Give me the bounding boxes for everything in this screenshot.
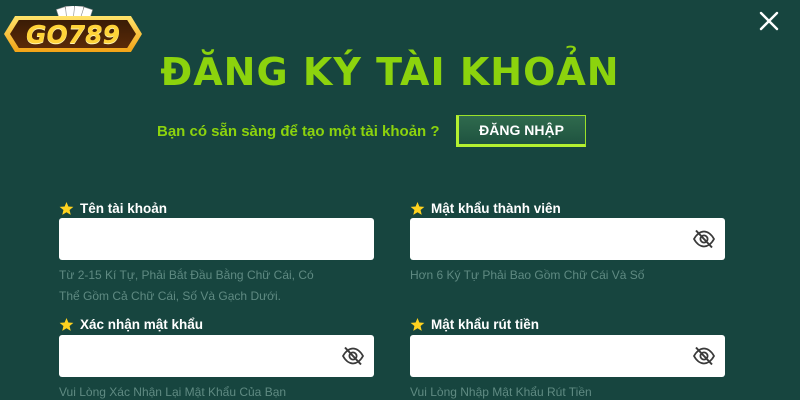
withdraw-password-input[interactable] — [410, 335, 725, 377]
eye-slash-icon[interactable] — [341, 346, 365, 366]
eye-slash-icon[interactable] — [692, 229, 716, 249]
star-icon — [410, 201, 425, 215]
username-hint-line-2: Thể Gồm Cả Chữ Cái, Số Và Gạch Dưới. — [59, 289, 282, 303]
withdraw-password-label-text: Mật khẩu rút tiền — [431, 316, 540, 332]
username-hint-line-1: Từ 2-15 Kí Tự, Phải Bắt Đầu Bằng Chữ Cái… — [59, 268, 314, 282]
confirm-password-input[interactable] — [59, 335, 374, 377]
withdraw-password-label: Mật khẩu rút tiền — [410, 315, 539, 333]
logo-inner: GO789 — [10, 20, 136, 48]
eye-slash-icon[interactable] — [692, 346, 716, 366]
withdraw-password-hint: Vui Lòng Nhập Mật Khẩu Rút Tiền — [410, 385, 592, 399]
login-prompt-text: Bạn có sẵn sàng để tạo một tài khoản ? — [157, 122, 440, 140]
brand-logo: GO789 — [4, 6, 142, 54]
username-label: Tên tài khoản — [59, 199, 167, 217]
password-input[interactable] — [410, 218, 725, 260]
page-title: ĐĂNG KÝ TÀI KHOẢN — [160, 50, 620, 94]
confirm-password-label-text: Xác nhận mật khẩu — [80, 316, 204, 332]
login-prompt: Bạn có sẵn sàng để tạo một tài khoản ? Đ… — [157, 114, 586, 148]
close-icon[interactable] — [756, 8, 782, 34]
star-icon — [59, 201, 74, 215]
username-label-text: Tên tài khoản — [80, 200, 168, 216]
confirm-password-hint: Vui Lòng Xác Nhận Lại Mật Khẩu Của Bạn — [59, 385, 287, 399]
password-label-text: Mật khẩu thành viên — [431, 200, 561, 216]
username-input[interactable] — [59, 218, 374, 260]
logo-text: GO789 — [26, 19, 120, 49]
star-icon — [410, 317, 425, 331]
password-label: Mật khẩu thành viên — [410, 199, 561, 217]
login-button-label: ĐĂNG NHẬP — [479, 122, 564, 138]
confirm-password-label: Xác nhận mật khẩu — [59, 315, 203, 333]
star-icon — [59, 317, 74, 331]
username-hint: Từ 2-15 Kí Tự, Phải Bắt Đầu Bằng Chữ Cái… — [59, 265, 314, 307]
login-button[interactable]: ĐĂNG NHẬP — [455, 115, 586, 147]
password-hint: Hơn 6 Ký Tự Phải Bao Gồm Chữ Cái Và Số — [410, 268, 645, 282]
